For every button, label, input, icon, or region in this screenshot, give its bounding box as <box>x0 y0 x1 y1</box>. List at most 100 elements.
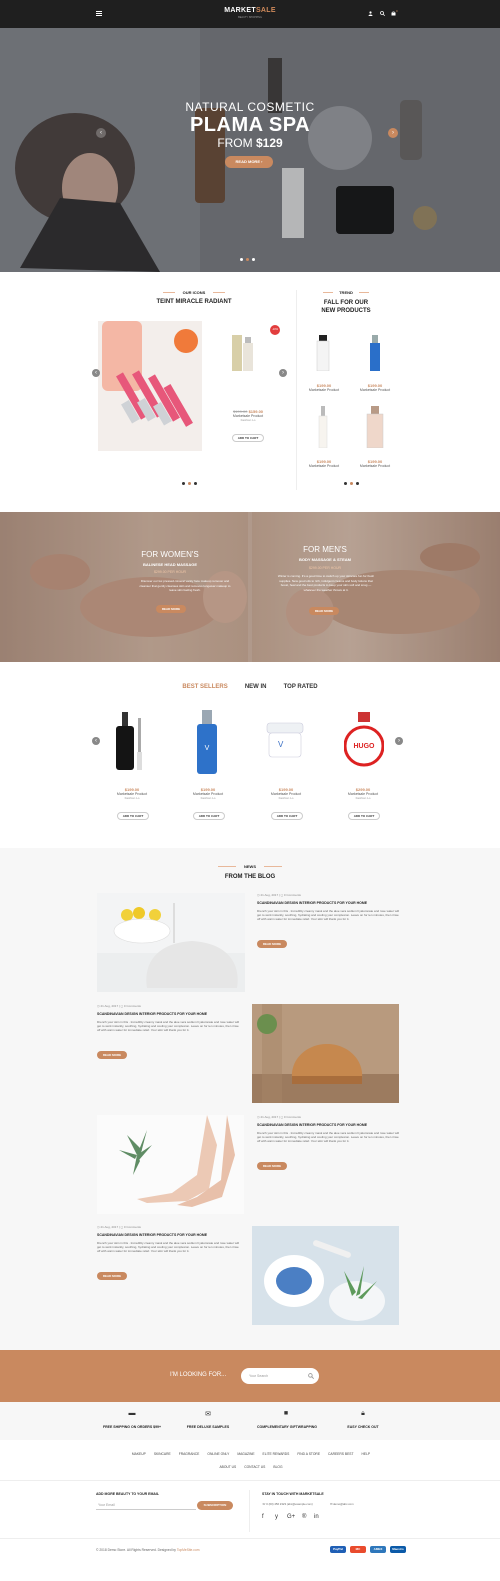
products-prev-arrow[interactable]: ‹ <box>92 737 100 745</box>
trend-dot-1[interactable] <box>344 482 347 485</box>
copyright-link[interactable]: TopMeSite.com <box>177 1548 200 1552</box>
search-band-label: I'M LOOKING FOR... <box>170 1372 227 1378</box>
icons-prev-arrow[interactable]: ‹ <box>92 369 100 377</box>
tab-best-sellers[interactable]: BEST SELLERS <box>182 684 227 690</box>
blog-read-more-button-4[interactable]: READ MORE <box>97 1272 127 1280</box>
icons-product-card: $199.00 $159.00 Marketsale Product Fashi… <box>226 409 270 422</box>
hero-prev-arrow[interactable]: ‹ <box>96 128 106 138</box>
icons-dot-2[interactable] <box>188 482 191 485</box>
maestro-icon: Maestro <box>390 1546 406 1553</box>
footer-link-help[interactable]: HELP <box>361 1452 370 1456</box>
icons-section-title: TEINT MIRACLE RADIANT <box>156 299 232 305</box>
features-bar <box>0 1402 500 1440</box>
cream-jar-image[interactable]: V <box>266 721 304 759</box>
lipstick-image[interactable] <box>98 321 202 451</box>
add-to-cart-button[interactable]: ADD TO CART <box>232 434 264 442</box>
add-to-cart-button-3[interactable]: ADD TO CART <box>271 812 303 820</box>
add-to-cart-button-2[interactable]: ADD TO CART <box>193 812 225 820</box>
hero-dot-1[interactable] <box>240 258 243 261</box>
hero-dot-3[interactable] <box>252 258 255 261</box>
feature-deluxe-samples: FREE DELUXE SAMPLES <box>186 1425 230 1429</box>
trend-product-image-3[interactable] <box>318 406 328 449</box>
blog-image-2[interactable] <box>252 1004 399 1103</box>
icons-dot-3[interactable] <box>194 482 197 485</box>
trend-product-image-2[interactable] <box>369 335 381 371</box>
cart-count: 0 <box>396 9 398 13</box>
blog-image-4[interactable] <box>252 1226 399 1325</box>
blog-text-3: Drench your skin in this . Incredibly cr… <box>257 1131 399 1144</box>
product-card-1: $199.00 Marketsale Product Fashion Lo <box>116 787 148 800</box>
footer-link-online-only[interactable]: ONLINE ONLY <box>207 1452 229 1456</box>
footer-link-blog[interactable]: BLOG <box>273 1465 282 1469</box>
trend-product-card-3: $199.00 Marketsale Product <box>308 459 340 468</box>
contact-email: ✉ demo@abc.com <box>330 1502 354 1506</box>
hero-dot-2[interactable] <box>246 258 249 261</box>
footer-link-makeup[interactable]: MAKEUP <box>132 1452 146 1456</box>
men-read-more-button[interactable]: READ MORE <box>309 607 339 615</box>
hero-read-more-button[interactable]: READ MORE › <box>225 156 273 168</box>
footer-link-careers[interactable]: CAREERS BEST <box>328 1452 353 1456</box>
icons-dot-1[interactable] <box>182 482 185 485</box>
footer-link-find-a-store[interactable]: FIND A STORE <box>297 1452 320 1456</box>
google-plus-icon[interactable]: G+ <box>287 1514 295 1520</box>
twitter-icon[interactable]: y <box>275 1514 278 1520</box>
hero-next-arrow[interactable]: › <box>388 128 398 138</box>
newsletter-email-input[interactable]: Your Email <box>96 1500 196 1510</box>
products-next-arrow[interactable]: › <box>395 737 403 745</box>
user-icon[interactable] <box>368 11 373 16</box>
icons-section-tag: OUR ICONS <box>182 290 206 295</box>
newsletter-heading: ADD MORE BEAUTY TO YOUR EMAIL <box>96 1492 160 1496</box>
trend-dot-3[interactable] <box>356 482 359 485</box>
subscription-button[interactable]: SUBSCRIPTION <box>197 1501 233 1510</box>
add-to-cart-button-1[interactable]: ADD TO CART <box>117 812 149 820</box>
icons-next-arrow[interactable]: › <box>279 369 287 377</box>
footer-link-contact[interactable]: CONTACT US <box>244 1465 265 1469</box>
hero-title: PLAMA SPA <box>189 114 311 136</box>
blog-read-more-button-1[interactable]: READ MORE <box>257 940 287 948</box>
product-card-2: $199.00 Marketsale Product Fashion Lo <box>192 787 224 800</box>
blog-read-more-button-2[interactable]: READ MORE <box>97 1051 127 1059</box>
footer-nav-row1: MAKEUP SKINCARE FRAGRANCE ONLINE ONLY MAGAZI… <box>96 1452 406 1456</box>
men-massage-text: Winter is coming. It's a good time to sw… <box>277 574 375 592</box>
search-icon[interactable] <box>380 11 386 17</box>
massage-banner <box>0 512 500 662</box>
trend-dot-2[interactable] <box>350 482 353 485</box>
facebook-icon[interactable]: f <box>262 1514 264 1520</box>
product-image[interactable] <box>232 335 254 395</box>
footer-link-fragrance[interactable]: FRAGRANCE <box>179 1452 200 1456</box>
add-to-cart-button-4[interactable]: ADD TO CART <box>348 812 380 820</box>
feature-easy-checkout: EASY CHECK OUT <box>347 1425 379 1429</box>
tab-top-rated[interactable]: TOP RATED <box>284 684 318 690</box>
pinterest-icon[interactable]: ® <box>302 1514 306 1520</box>
blog-title-4[interactable]: SCANDINAVIAN DESIGN INTERIOR PRODUCTS FO… <box>97 1233 242 1237</box>
tab-new-in[interactable]: NEW IN <box>245 684 267 690</box>
footer-link-magazine[interactable]: MAGAZINE <box>237 1452 254 1456</box>
blue-serum-image[interactable]: V <box>196 710 218 774</box>
trend-product-image-4[interactable] <box>366 406 384 449</box>
blog-read-more-button-3[interactable]: READ MORE <box>257 1162 287 1170</box>
product-tabs: BEST SELLERS NEW IN TOP RATED <box>160 684 340 690</box>
blog-meta-3: ◷ 21 Aug, 2017 | ◻ 0 Comments <box>257 1115 301 1119</box>
blog-text-2: Drench your skin in this . Incredibly cr… <box>97 1020 239 1033</box>
site-logo[interactable]: MARKETSALE <box>210 7 290 14</box>
footer-link-elite-rewards[interactable]: ELITE REWARDS <box>263 1452 290 1456</box>
footer-link-about[interactable]: ABOUT US <box>219 1465 236 1469</box>
women-read-more-button[interactable]: READ MORE <box>156 605 186 613</box>
blog-image-3[interactable] <box>97 1115 244 1214</box>
blog-title-2[interactable]: SCANDINAVIAN DESIGN INTERIOR PRODUCTS FO… <box>97 1012 242 1016</box>
copyright-text: © 2018 Demo Store. All Rights Reserved. … <box>96 1548 200 1552</box>
search-band-icon[interactable] <box>308 1373 314 1379</box>
footer-link-skincare[interactable]: SKINCARE <box>154 1452 171 1456</box>
blog-title-3[interactable]: SCANDINAVIAN DESIGN INTERIOR PRODUCTS FO… <box>257 1123 402 1127</box>
footer-column-divider <box>249 1490 250 1532</box>
menu-icon[interactable] <box>96 11 102 16</box>
trend-product-card-4: $199.00 Marketsale Product <box>359 459 391 468</box>
blog-image-1[interactable] <box>97 893 245 992</box>
discount-badge: -10% <box>270 325 280 335</box>
trend-product-image-1[interactable] <box>316 335 330 372</box>
serum-product-image[interactable] <box>114 712 150 774</box>
linkedin-icon[interactable]: in <box>314 1514 319 1520</box>
trend-tag-line-left <box>323 292 333 293</box>
blog-title-1[interactable]: SCANDINAVIAN DESIGN INTERIOR PRODUCTS FO… <box>257 901 402 905</box>
hugo-perfume-image[interactable]: HUGO <box>343 712 385 768</box>
